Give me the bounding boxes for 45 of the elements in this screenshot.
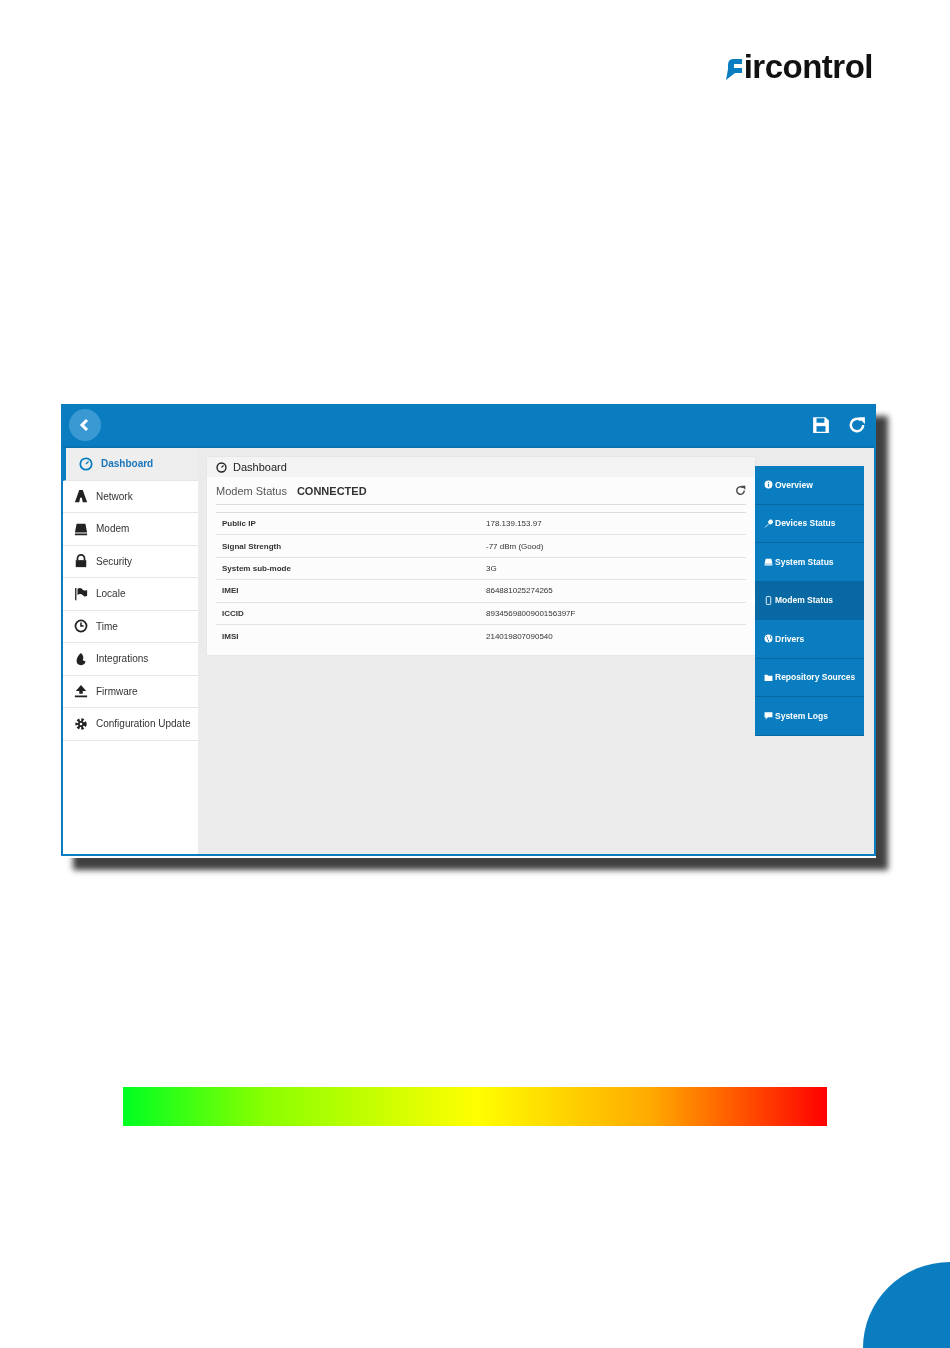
- status-nav-item[interactable]: System Logs: [755, 697, 864, 736]
- panel-title: Dashboard: [233, 461, 287, 473]
- status-nav-item[interactable]: System Status: [755, 543, 864, 582]
- field-value: 214019807090540: [486, 631, 553, 641]
- status-value: CONNECTED: [296, 484, 367, 497]
- clock-icon: [74, 619, 88, 634]
- sidebar-item[interactable]: Dashboard: [63, 448, 198, 481]
- status-nav-item[interactable]: Overview: [755, 466, 864, 505]
- speech-bubble-icon: [764, 711, 773, 721]
- gear-icon: [74, 716, 88, 731]
- field-value: 8934569800900156397F: [486, 608, 576, 618]
- lock-icon: [74, 554, 88, 569]
- save-button[interactable]: [812, 416, 830, 434]
- field-label: IMEI: [222, 586, 240, 596]
- field-label: IMSI: [222, 631, 240, 641]
- drive-icon: [764, 557, 773, 567]
- flag-icon: [74, 586, 88, 601]
- refresh-icon: [848, 416, 866, 434]
- field-label: Signal Strength: [222, 541, 283, 551]
- field-label: System sub-mode: [222, 563, 292, 573]
- folder-icon: [764, 672, 773, 682]
- road-icon: [74, 489, 88, 504]
- field-label: Public IP: [222, 519, 257, 529]
- status-label: Modem Status: [216, 484, 287, 497]
- info-icon: [764, 480, 773, 490]
- back-button[interactable]: [69, 409, 101, 441]
- refresh-button[interactable]: [848, 416, 866, 434]
- field-value: 178.139.153.97: [486, 519, 542, 529]
- globe-icon: [764, 634, 773, 644]
- field-value: -77 dBm (Good): [486, 541, 544, 551]
- status-nav-item[interactable]: Devices Status: [755, 504, 864, 543]
- refresh-icon[interactable]: [735, 485, 746, 496]
- phone-icon: [764, 595, 773, 605]
- logo-text: ircontrol: [743, 49, 873, 83]
- save-icon: [812, 416, 830, 434]
- upload-icon: [74, 684, 88, 699]
- drive-icon: [74, 521, 88, 536]
- status-nav-item[interactable]: Repository Sources: [755, 658, 864, 697]
- field-value: 864881025274265: [486, 586, 553, 596]
- field-label: ICCID: [222, 608, 245, 618]
- gauge-icon: [79, 456, 93, 471]
- dashboard-icon: [216, 461, 227, 473]
- flame-icon: [74, 651, 88, 666]
- status-nav-item[interactable]: Drivers: [755, 620, 864, 659]
- field-value: 3G: [486, 563, 497, 573]
